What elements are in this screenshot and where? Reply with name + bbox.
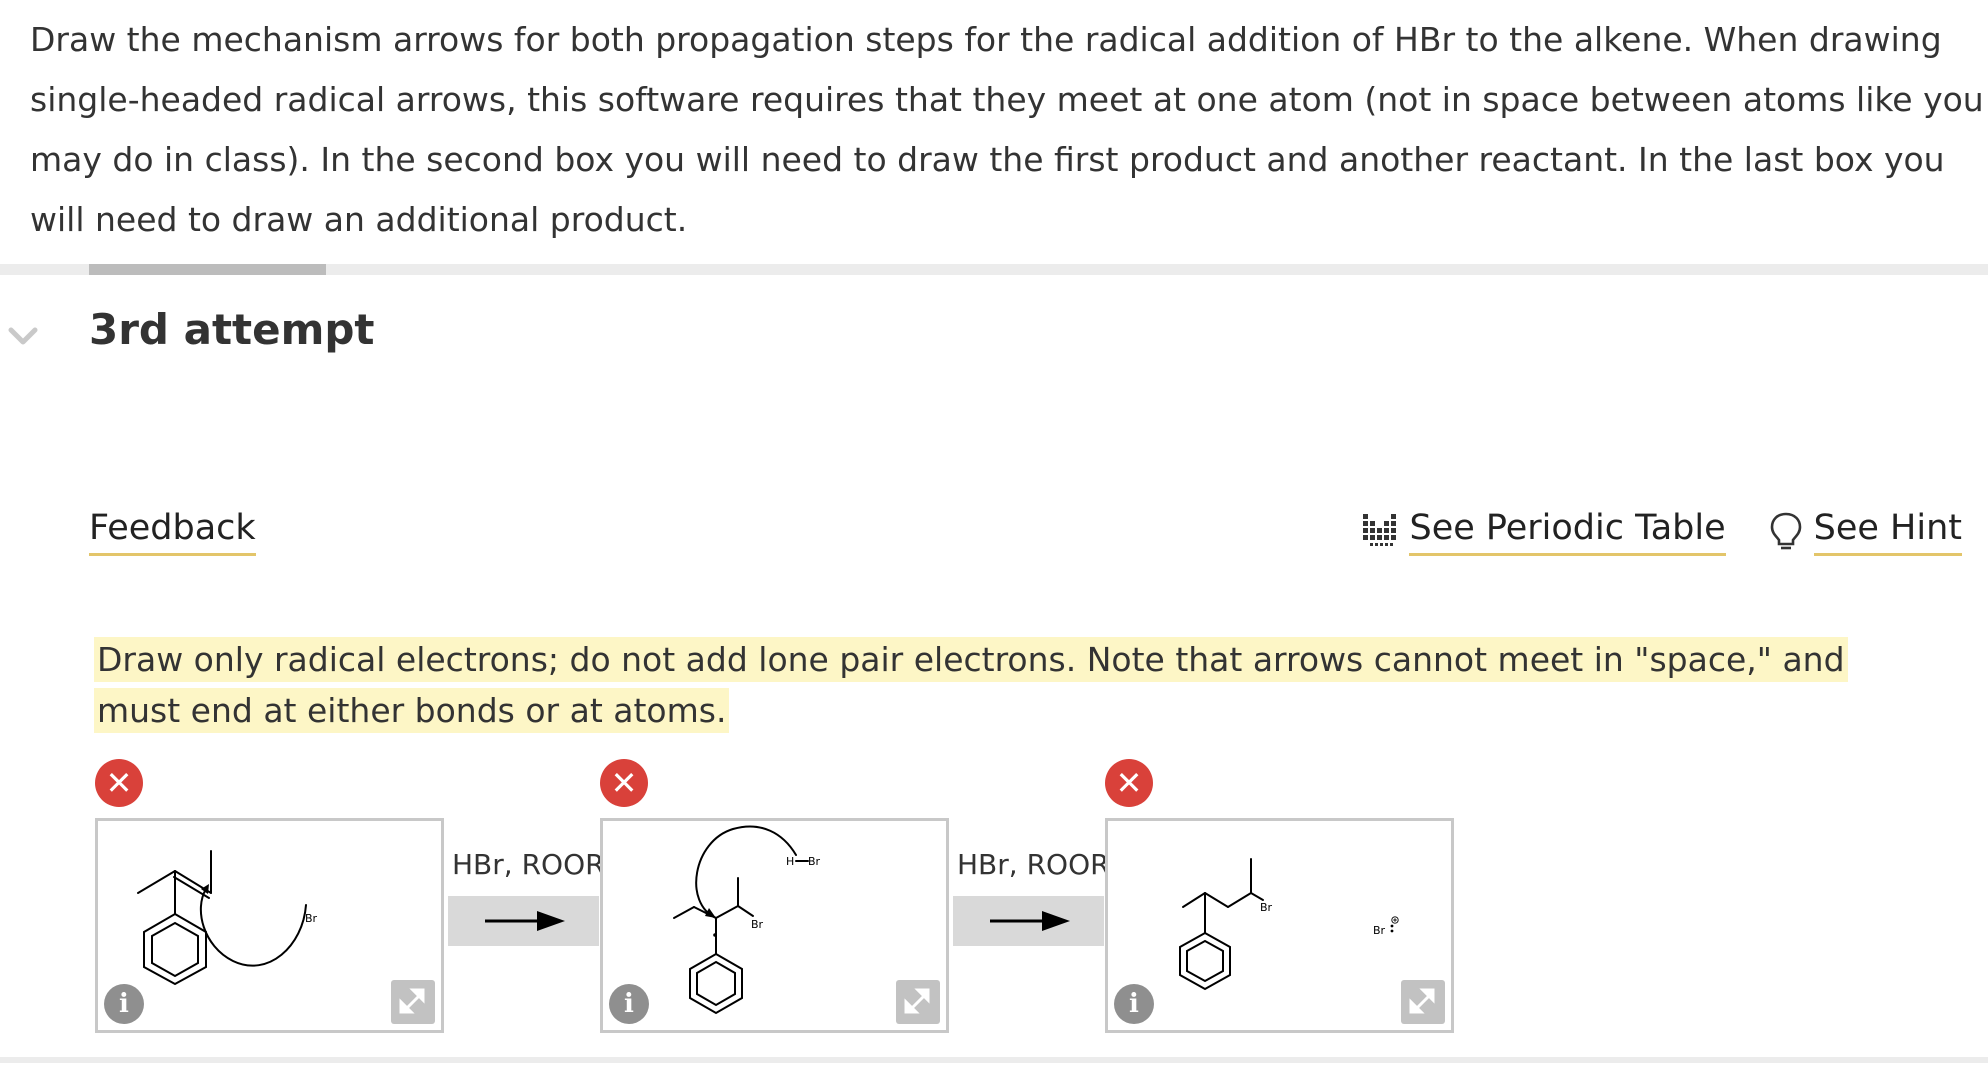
active-tab-indicator[interactable]: [89, 264, 326, 275]
reaction-arrow-1: HBr, ROOR: [448, 848, 605, 946]
incorrect-badge-3: ✕: [1105, 759, 1153, 807]
molecule-drawing-2[interactable]: H Br Br: [603, 821, 946, 1030]
radical-electron: [1390, 929, 1394, 933]
x-icon: ✕: [105, 764, 133, 802]
info-icon[interactable]: i: [609, 984, 649, 1024]
feedback-note-text: Draw only radical electrons; do not add …: [94, 637, 1848, 733]
reagent-label-1: HBr, ROOR: [452, 848, 605, 881]
periodic-table-label: See Periodic Table: [1409, 508, 1726, 556]
reaction-arrow-bar: [953, 896, 1104, 946]
atom-label-br: Br: [1260, 901, 1273, 914]
reaction-arrow-2: HBr, ROOR: [953, 848, 1110, 946]
incorrect-badge-1: ✕: [95, 759, 143, 807]
arrow-right-icon: [484, 911, 565, 931]
expand-icon[interactable]: [391, 980, 435, 1024]
molecule-drawing-3[interactable]: Br Br: [1108, 821, 1451, 1030]
radical-electron: [1390, 924, 1394, 928]
section-divider: [0, 1057, 1988, 1063]
attempt-title: 3rd attempt: [89, 305, 375, 354]
drawing-panel-2[interactable]: H Br Br i: [600, 818, 949, 1033]
bromine-radical-label: Br: [1373, 924, 1386, 937]
atom-label-br: Br: [305, 912, 318, 925]
atom-label-br: Br: [751, 918, 764, 931]
feedback-link[interactable]: Feedback: [89, 508, 256, 556]
chevron-down-icon[interactable]: [6, 320, 40, 354]
attempt-tab-bar: [0, 264, 1988, 275]
drawing-panel-3[interactable]: Br Br i: [1105, 818, 1454, 1033]
x-icon: ✕: [1115, 764, 1143, 802]
reagent-label-2: HBr, ROOR: [957, 848, 1110, 881]
periodic-table-icon: [1363, 514, 1397, 546]
reaction-arrow-bar: [448, 896, 599, 946]
drawing-panel-1[interactable]: Br i: [95, 818, 444, 1033]
periodic-table-link[interactable]: See Periodic Table: [1361, 508, 1726, 556]
expand-icon[interactable]: [896, 980, 940, 1024]
info-icon[interactable]: i: [104, 984, 144, 1024]
atom-label-h: H: [786, 855, 794, 868]
hint-link[interactable]: See Hint: [1766, 508, 1962, 556]
expand-icon[interactable]: [1401, 980, 1445, 1024]
info-icon[interactable]: i: [1114, 984, 1154, 1024]
question-text: Draw the mechanism arrows for both propa…: [30, 20, 1984, 239]
arrow-right-icon: [989, 911, 1070, 931]
molecule-drawing-1[interactable]: Br: [98, 821, 441, 1030]
lightbulb-icon: [1770, 512, 1801, 550]
incorrect-badge-2: ✕: [600, 759, 648, 807]
atom-label-br-reagent: Br: [808, 855, 821, 868]
toolbar-links: See Periodic Table See Hint: [1361, 508, 1962, 556]
feedback-note: Draw only radical electrons; do not add …: [94, 634, 1924, 736]
hint-label: See Hint: [1813, 508, 1962, 556]
x-icon: ✕: [610, 764, 638, 802]
